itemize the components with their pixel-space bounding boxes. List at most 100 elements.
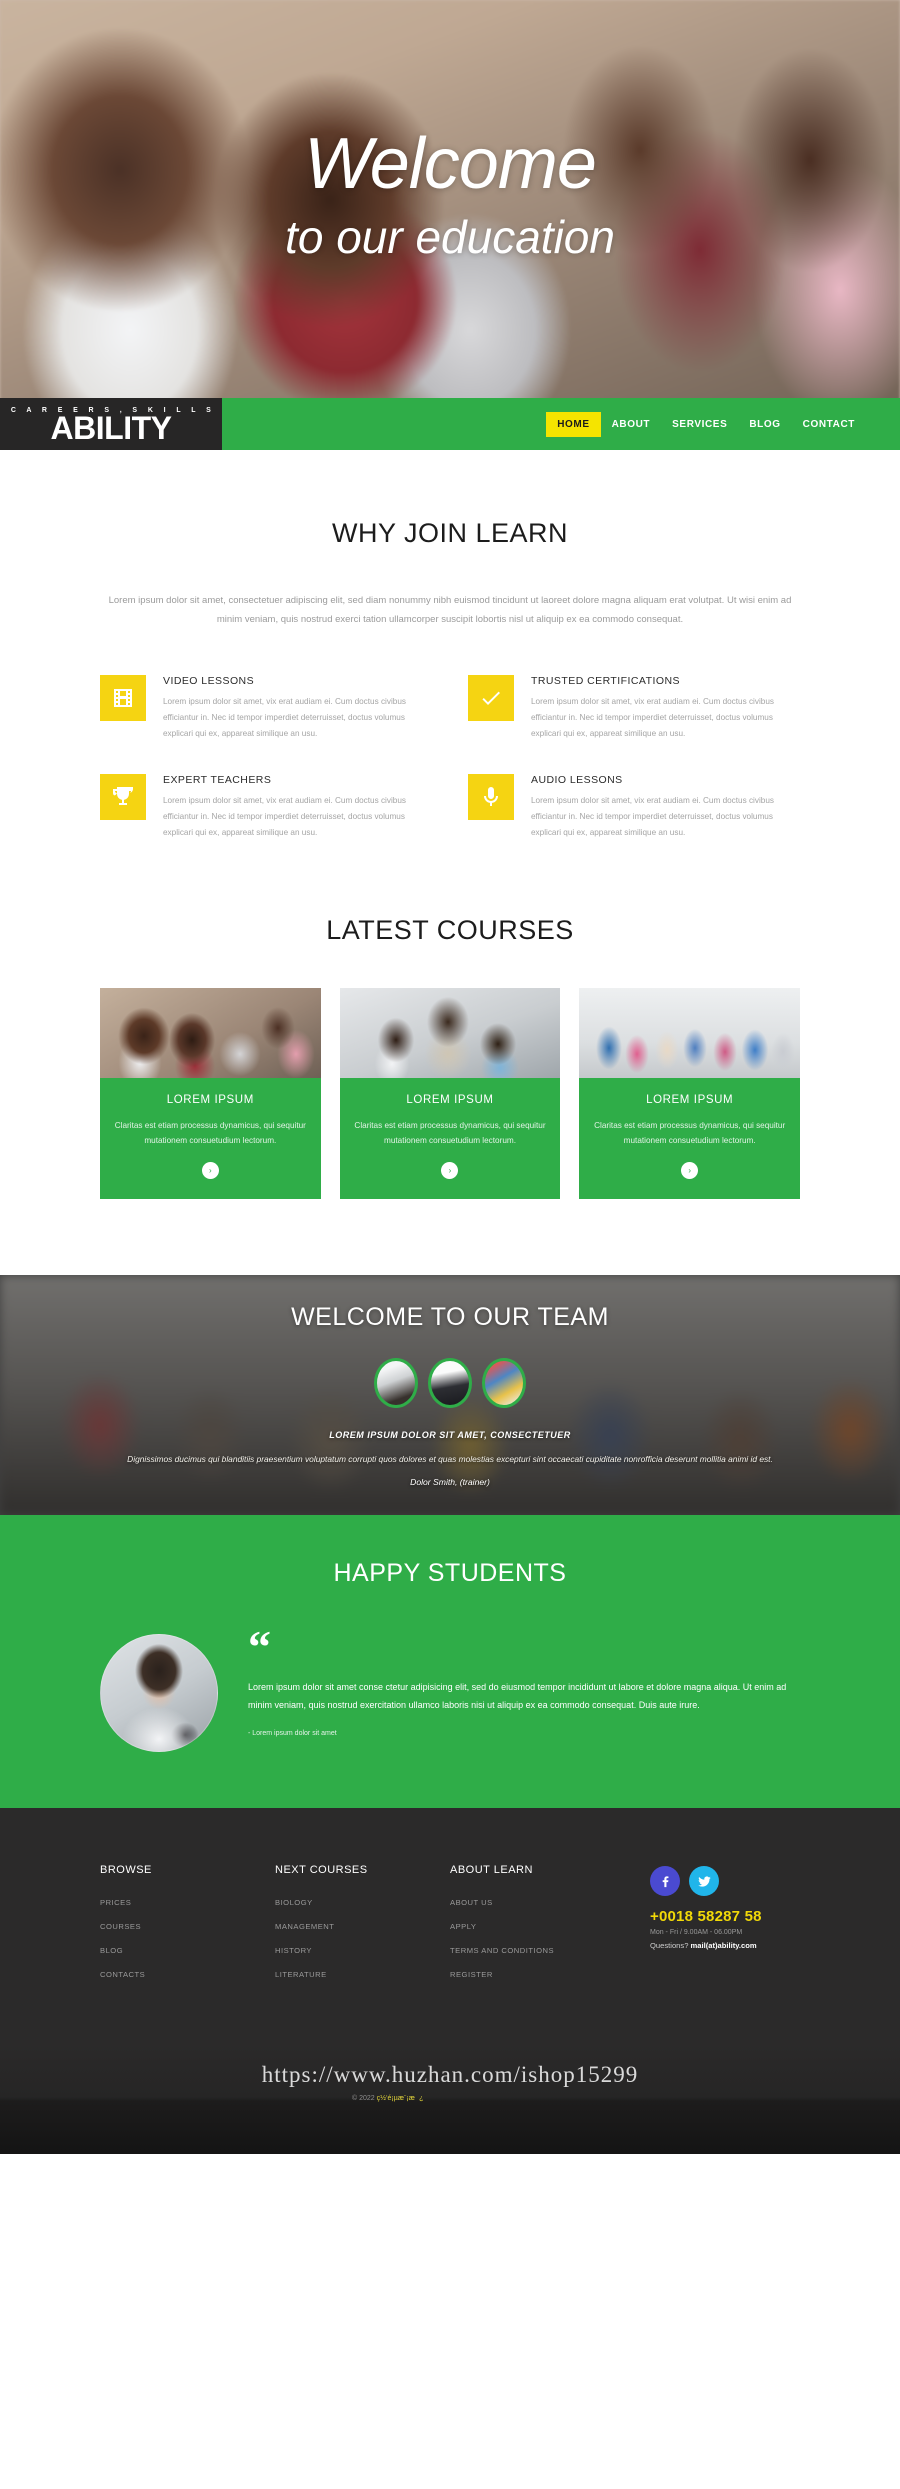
feature-item: VIDEO LESSONS Lorem ipsum dolor sit amet… — [100, 675, 432, 742]
feature-text: Lorem ipsum dolor sit amet, vix erat aud… — [531, 795, 774, 837]
site-logo[interactable]: C A R E E R S , S K I L L S ABILITY — [0, 398, 222, 450]
course-thumbnail — [100, 987, 321, 1078]
nav-item-blog[interactable]: BLOG — [738, 412, 791, 437]
footer-link-courses[interactable]: COURSES — [100, 1922, 275, 1931]
footer-hours: Mon - Fri / 9.00AM - 06.00PM — [650, 1929, 743, 1937]
course-title: LOREM IPSUM — [166, 1093, 254, 1106]
footer-columns: BROWSE PRICES COURSES BLOG CONTACTS NEXT… — [100, 1864, 800, 1994]
footer-link-apply[interactable]: APPLY — [450, 1922, 650, 1931]
course-thumbnail — [339, 987, 561, 1078]
nav-item-about[interactable]: ABOUT — [601, 412, 662, 437]
footer-heading: ABOUT LEARN — [450, 1864, 533, 1877]
footer-column-next-courses: NEXT COURSES BIOLOGY MANAGEMENT HISTORY … — [275, 1864, 450, 1994]
team-avatars — [0, 1358, 900, 1409]
feature-text: Lorem ipsum dolor sit amet, vix erat aud… — [531, 697, 774, 738]
team-kicker: LOREM IPSUM DOLOR SIT AMET, CONSECTETUER — [329, 1430, 571, 1441]
happy-students-title: HAPPY STUDENTS — [333, 1559, 567, 1588]
chevron-right-icon[interactable]: › — [201, 1162, 219, 1180]
course-text: Claritas est etiam processus dynamicus, … — [594, 1120, 786, 1146]
avatar[interactable] — [374, 1358, 418, 1409]
footer-link-register[interactable]: REGISTER — [450, 1970, 650, 1979]
footer-link-management[interactable]: MANAGEMENT — [275, 1922, 450, 1931]
course-text: Claritas est etiam processus dynamicus, … — [354, 1120, 546, 1146]
course-text: Claritas est etiam processus dynamicus, … — [114, 1120, 306, 1146]
footer-link-prices[interactable]: PRICES — [100, 1898, 275, 1907]
feature-title: VIDEO LESSONS — [163, 675, 255, 687]
chevron-right-icon[interactable]: › — [681, 1162, 699, 1180]
team-quote: Dignissimos ducimus qui blanditiis praes… — [127, 1454, 773, 1465]
page-root: Welcome to our education C A R E E R S ,… — [0, 0, 900, 2155]
feature-title: EXPERT TEACHERS — [163, 773, 272, 786]
footer-contact-column: +0018 58287 58 Mon - Fri / 9.00AM - 06.0… — [650, 1864, 800, 1994]
testimonial-text: Lorem ipsum dolor sit amet conse ctetur … — [248, 1681, 787, 1710]
footer-link-terms[interactable]: TERMS AND CONDITIONS — [450, 1946, 650, 1955]
copyright-text: © 2022 ç½‘é¡µæ¨¡æ¿ — [352, 2094, 423, 2102]
feature-item: EXPERT TEACHERS Lorem ipsum dolor sit am… — [100, 773, 432, 841]
feature-grid: VIDEO LESSONS Lorem ipsum dolor sit amet… — [100, 675, 800, 897]
microphone-icon — [468, 773, 514, 820]
nav-menu: HOME ABOUT SERVICES BLOG CONTACT — [222, 398, 900, 450]
course-thumbnail — [579, 987, 800, 1078]
team-section: WELCOME TO OUR TEAM LOREM IPSUM DOLOR SI… — [0, 1275, 900, 1516]
footer-bottom-bar: https://www.huzhan.com/ishop15299 © 2022… — [0, 2044, 900, 2155]
footer-phone: +0018 58287 58 — [650, 1908, 762, 1926]
testimonial-body: “ Lorem ipsum dolor sit amet conse ctetu… — [248, 1621, 800, 1737]
hero-title: Welcome — [304, 124, 597, 204]
why-join-lead: Lorem ipsum dolor sit amet, consectetuer… — [108, 595, 792, 625]
nav-item-home[interactable]: HOME — [546, 411, 601, 437]
footer-email-address[interactable]: mail(at)ability.com — [691, 1941, 757, 1950]
quote-icon: “ — [248, 1621, 271, 1673]
footer-email-prefix: Questions? — [650, 1941, 691, 1951]
team-content: WELCOME TO OUR TEAM LOREM IPSUM DOLOR SI… — [0, 1275, 900, 1487]
feature-text: Lorem ipsum dolor sit amet, vix erat aud… — [163, 795, 406, 837]
twitter-icon[interactable] — [689, 1866, 719, 1897]
course-body: LOREM IPSUM Claritas est etiam processus… — [100, 1078, 321, 1199]
hero-subtitle: to our education — [285, 211, 615, 263]
footer-link-contacts[interactable]: CONTACTS — [100, 1970, 275, 1979]
watermark-url: https://www.huzhan.com/ishop15299 — [261, 2062, 639, 2088]
avatar[interactable] — [428, 1358, 472, 1409]
footer-heading: BROWSE — [100, 1864, 152, 1877]
course-card[interactable]: LOREM IPSUM Claritas est etiam processus… — [339, 987, 561, 1200]
footer-link-literature[interactable]: LITERATURE — [275, 1970, 450, 1979]
course-card[interactable]: LOREM IPSUM Claritas est etiam processus… — [579, 987, 800, 1200]
main-navbar: C A R E E R S , S K I L L S ABILITY HOME… — [0, 398, 900, 450]
feature-title: TRUSTED CERTIFICATIONS — [531, 675, 680, 687]
team-title: WELCOME TO OUR TEAM — [291, 1303, 609, 1332]
avatar[interactable] — [482, 1358, 526, 1409]
nav-item-services[interactable]: SERVICES — [661, 412, 738, 437]
why-join-section: WHY JOIN LEARN Lorem ipsum dolor sit ame… — [0, 450, 900, 897]
footer-link-history[interactable]: HISTORY — [275, 1946, 450, 1955]
copyright-brand: ç½‘é¡µæ¨¡æ¿ — [376, 2095, 424, 2103]
student-avatar — [100, 1634, 218, 1753]
course-body: LOREM IPSUM Claritas est etiam processus… — [579, 1078, 800, 1199]
footer-heading: NEXT COURSES — [275, 1864, 368, 1877]
course-title: LOREM IPSUM — [406, 1093, 494, 1106]
footer-link-biology[interactable]: BIOLOGY — [275, 1898, 450, 1907]
course-grid: LOREM IPSUM Claritas est etiam processus… — [100, 987, 800, 1200]
footer-column-about-learn: ABOUT LEARN ABOUT US APPLY TERMS AND CON… — [450, 1864, 650, 1994]
why-join-title: WHY JOIN LEARN — [331, 518, 569, 548]
hero-content: Welcome to our education — [0, 0, 900, 450]
site-footer: BROWSE PRICES COURSES BLOG CONTACTS NEXT… — [0, 1808, 900, 2155]
chevron-right-icon[interactable]: › — [441, 1162, 459, 1180]
course-title: LOREM IPSUM — [646, 1093, 734, 1106]
footer-link-blog[interactable]: BLOG — [100, 1946, 275, 1955]
film-icon — [100, 675, 146, 721]
latest-courses-section: LATEST COURSES LOREM IPSUM Claritas est … — [0, 896, 900, 1276]
happy-students-section: HAPPY STUDENTS “ Lorem ipsum dolor sit a… — [0, 1515, 900, 1809]
footer-link-about-us[interactable]: ABOUT US — [450, 1898, 650, 1907]
copyright-prefix: © 2022 — [352, 2095, 377, 2103]
testimonial: “ Lorem ipsum dolor sit amet conse ctetu… — [100, 1621, 800, 1753]
trophy-icon — [100, 773, 146, 820]
feature-text: Lorem ipsum dolor sit amet, vix erat aud… — [163, 697, 406, 738]
testimonial-cite: - Lorem ipsum dolor sit amet — [248, 1729, 337, 1737]
nav-item-contact[interactable]: CONTACT — [792, 412, 866, 437]
course-card[interactable]: LOREM IPSUM Claritas est etiam processus… — [100, 987, 321, 1200]
logo-wordmark: ABILITY — [50, 409, 172, 446]
facebook-icon[interactable] — [650, 1866, 680, 1897]
feature-title: AUDIO LESSONS — [531, 773, 623, 786]
team-author: Dolor Smith, (trainer) — [410, 1476, 490, 1487]
hero-banner: Welcome to our education C A R E E R S ,… — [0, 0, 900, 450]
social-links — [650, 1866, 800, 1897]
